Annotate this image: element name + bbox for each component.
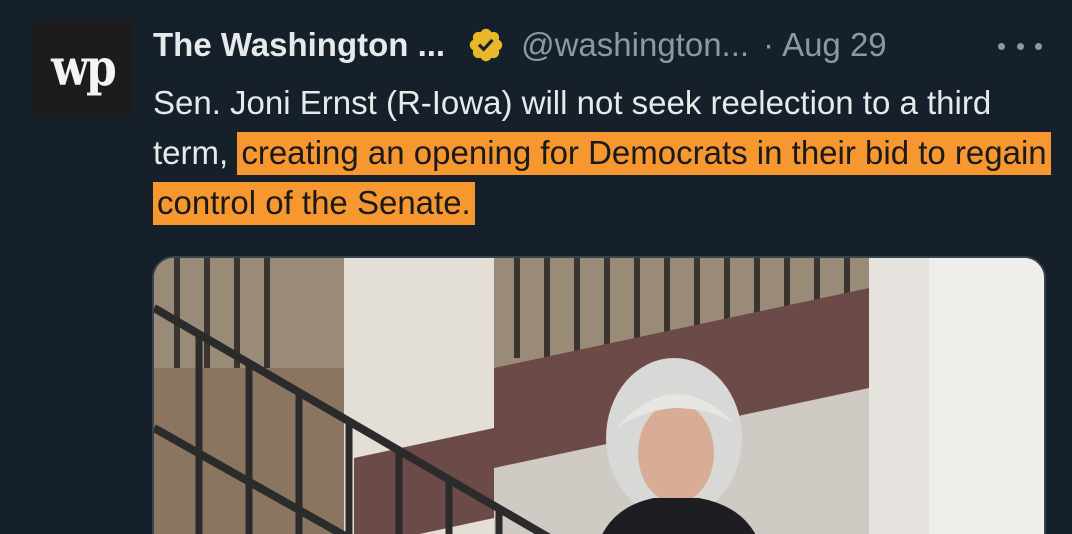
author-handle[interactable]: @washington... [521, 26, 749, 64]
washington-post-logo-icon: wp [51, 39, 117, 98]
tweet[interactable]: wp The Washington ... @washington... · A… [0, 0, 1072, 534]
more-dot [998, 42, 1005, 50]
tweet-date[interactable]: Aug 29 [782, 26, 887, 64]
tweet-text-highlighted: creating an opening for Democrats in the… [153, 132, 1051, 225]
more-options-icon[interactable] [998, 32, 1042, 60]
author-avatar[interactable]: wp [32, 19, 133, 118]
tweet-header: The Washington ... @washington... · Aug … [153, 24, 887, 66]
more-dot [1016, 42, 1024, 50]
tweet-text: Sen. Joni Ernst (R-Iowa) will not seek r… [153, 78, 1053, 228]
verified-badge-icon[interactable] [467, 26, 505, 64]
author-display-name[interactable]: The Washington ... [153, 26, 445, 64]
separator-dot: · [763, 26, 775, 63]
tweet-photo[interactable] [152, 256, 1046, 534]
more-dot [1035, 42, 1042, 50]
photo-illustration [154, 258, 1044, 534]
